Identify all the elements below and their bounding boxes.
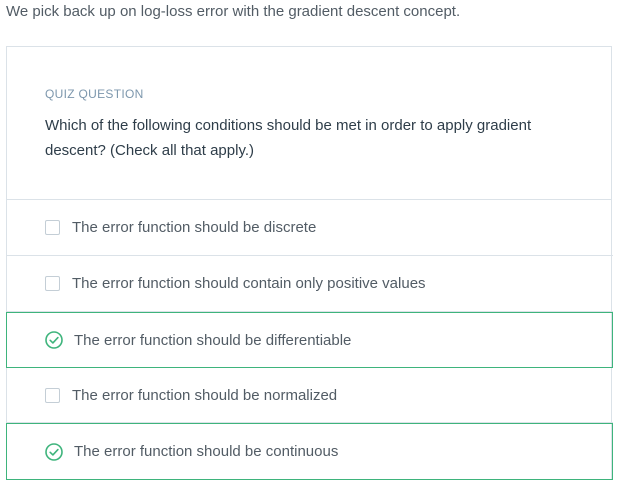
quiz-question: Which of the following conditions should… [45,117,532,159]
option-positive-values[interactable]: The error function should contain only p… [7,256,613,312]
quiz-label: QUIZ QUESTION [45,87,144,101]
option-differentiable[interactable]: The error function should be differentia… [6,312,613,368]
check-circle-icon[interactable] [45,331,63,349]
option-label: The error function should be discrete [72,219,317,236]
checkbox-icon[interactable] [45,276,60,291]
quiz-header: QUIZ QUESTION Which of the following con… [7,47,611,200]
checkbox-icon[interactable] [45,387,60,403]
option-label: The error function should be differentia… [74,331,352,349]
option-normalized[interactable]: The error function should be normalized [7,368,613,423]
option-discrete[interactable]: The error function should be discrete [7,200,613,256]
option-label: The error function should be normalized [72,386,338,404]
option-label: The error function should be continuous [74,443,339,460]
quiz-card: QUIZ QUESTION Which of the following con… [6,46,613,480]
option-label: The error function should contain only p… [72,275,426,292]
option-continuous[interactable]: The error function should be continuous [6,423,613,480]
checkbox-icon[interactable] [45,220,60,235]
check-circle-icon[interactable] [45,442,63,461]
intro-text: We pick back up on log-loss error with t… [6,3,461,20]
